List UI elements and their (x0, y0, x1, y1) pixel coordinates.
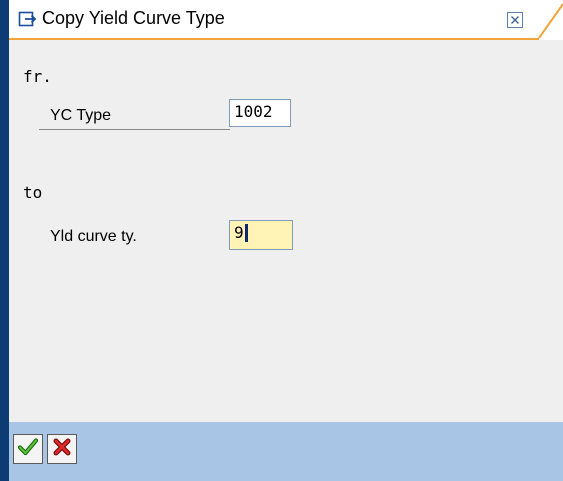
yc-type-field[interactable]: 1002 (229, 99, 291, 127)
window-left-edge (0, 0, 9, 481)
yc-type-label-underline (39, 129, 230, 130)
dialog-title: Copy Yield Curve Type (42, 8, 225, 28)
yld-curve-type-field[interactable]: 9 (229, 220, 293, 250)
cancel-button[interactable] (47, 434, 77, 464)
text-cursor (244, 224, 248, 242)
to-section-label: to (23, 183, 43, 202)
title-bar: Copy Yield Curve Type (9, 0, 563, 40)
copy-yield-curve-dialog: Copy Yield Curve Type fr. YC Type 1002 t… (0, 0, 563, 481)
close-icon[interactable] (507, 12, 523, 28)
yld-curve-type-value: 9 (234, 223, 244, 242)
yld-curve-type-label: Yld curve ty. (50, 228, 137, 245)
cancel-x-icon (51, 436, 73, 463)
dialog-content: fr. YC Type 1002 to Yld curve ty. 9 (9, 40, 563, 422)
title-tab-slant (529, 0, 563, 39)
dialog-footer (9, 422, 563, 481)
copy-dialog-icon (18, 9, 38, 29)
from-section-label: fr. (23, 67, 52, 86)
checkmark-icon (17, 436, 39, 463)
yc-type-label: YC Type (50, 107, 112, 124)
confirm-button[interactable] (13, 434, 43, 464)
